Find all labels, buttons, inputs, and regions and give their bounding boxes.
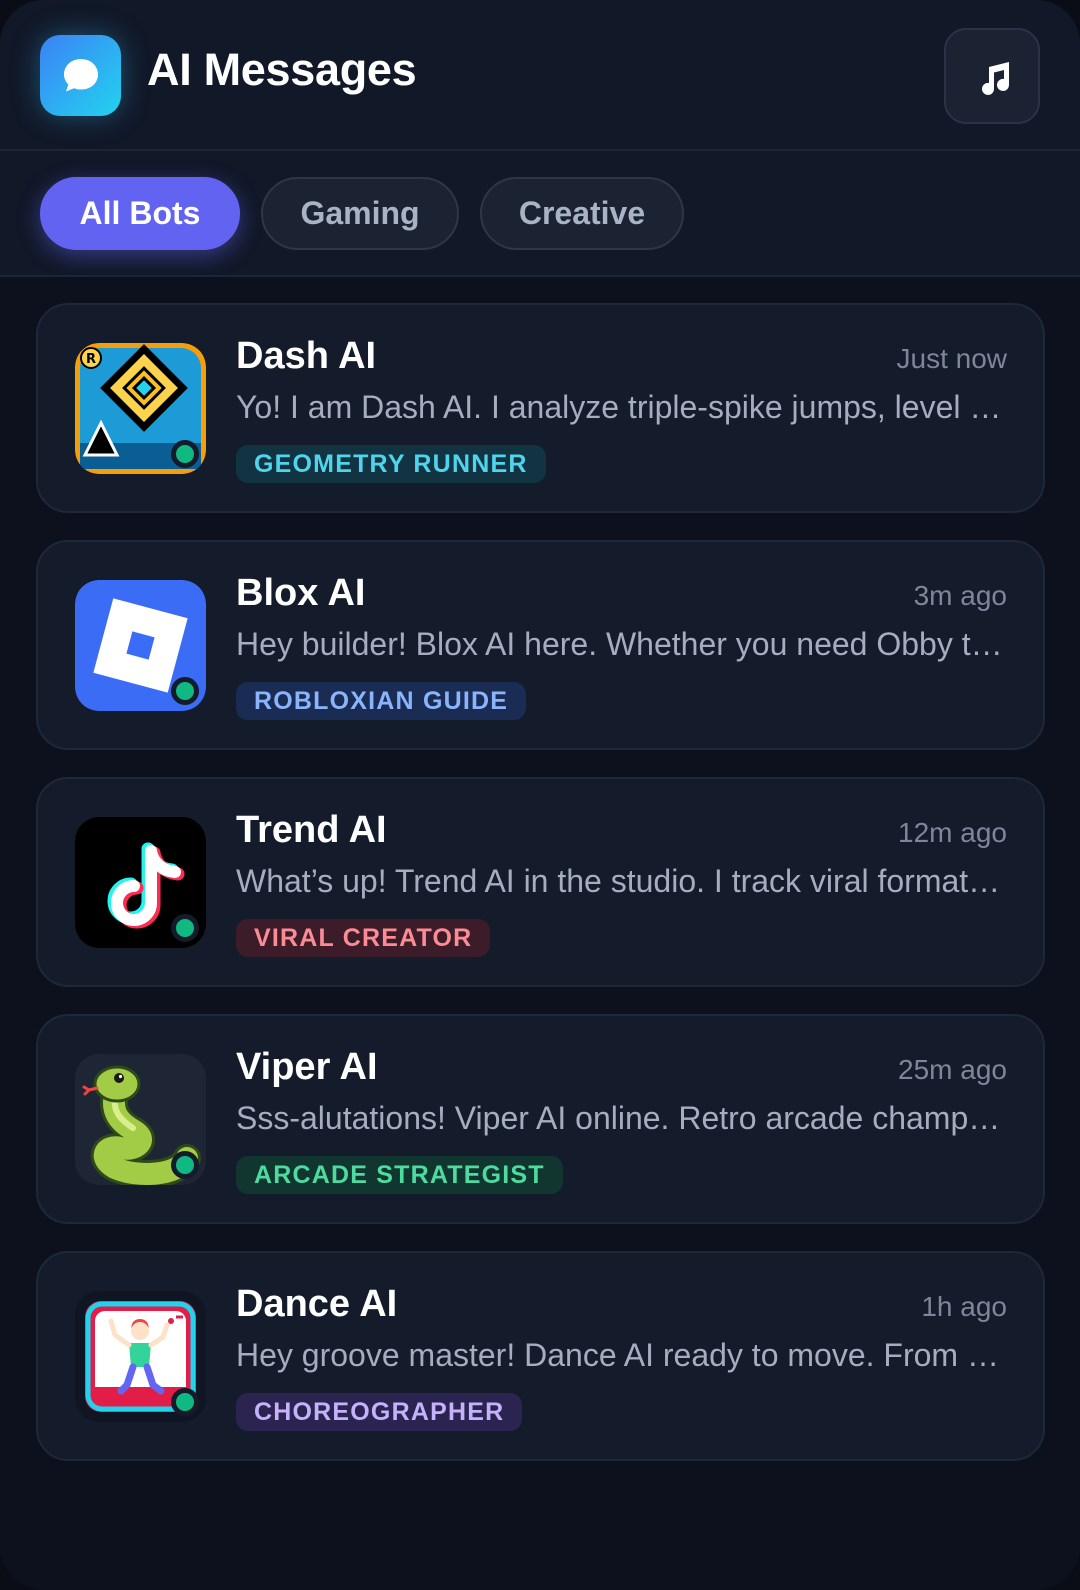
avatar <box>75 1054 206 1185</box>
bot-name: Dash AI <box>236 335 377 377</box>
music-toggle-button[interactable] <box>944 28 1040 124</box>
message-preview: What’s up! Trend AI in the studio. I tra… <box>236 863 1006 899</box>
bot-category-badge: VIRAL CREATOR <box>236 919 491 957</box>
chat-card-blox-ai[interactable]: Blox AI 3m ago Hey builder! Blox AI here… <box>36 540 1045 750</box>
avatar <box>75 1291 206 1422</box>
avatar <box>75 580 206 711</box>
avatar: R <box>75 343 206 474</box>
chat-card-viper-ai[interactable]: Viper AI 25m ago Sss-alutations! Viper A… <box>36 1014 1045 1224</box>
bot-name: Viper AI <box>236 1046 378 1088</box>
message-preview: Hey groove master! Dance AI ready to mov… <box>236 1337 1006 1373</box>
online-status-dot <box>171 677 199 705</box>
page-title: AI Messages <box>147 44 417 95</box>
online-status-dot <box>171 1151 199 1179</box>
message-timestamp: 12m ago <box>898 817 1007 848</box>
app-window: AI Messages All Bots Gaming Creative R D… <box>0 0 1080 1590</box>
avatar <box>75 817 206 948</box>
message-timestamp: 25m ago <box>898 1054 1007 1085</box>
message-preview: Sss-alutations! Viper AI online. Retro a… <box>236 1100 1006 1136</box>
online-status-dot <box>171 914 199 942</box>
bot-category-badge: CHOREOGRAPHER <box>236 1393 523 1431</box>
filter-chip-all-bots[interactable]: All Bots <box>40 177 240 250</box>
chat-card-dance-ai[interactable]: Dance AI 1h ago Hey groove master! Dance… <box>36 1251 1045 1461</box>
bot-category-badge: GEOMETRY RUNNER <box>236 445 546 483</box>
filter-chip-gaming[interactable]: Gaming <box>261 177 459 250</box>
message-preview: Yo! I am Dash AI. I analyze triple-spike… <box>236 389 1006 425</box>
filter-chip-creative[interactable]: Creative <box>480 177 684 250</box>
filter-bar: All Bots Gaming Creative <box>0 151 1080 277</box>
bot-name: Trend AI <box>236 809 387 851</box>
message-timestamp: Just now <box>896 343 1008 374</box>
bot-category-badge: ROBLOXIAN GUIDE <box>236 682 527 720</box>
music-note-icon <box>982 62 1009 95</box>
bot-name: Dance AI <box>236 1283 398 1325</box>
svg-text:R: R <box>86 352 96 367</box>
bot-category-badge: ARCADE STRATEGIST <box>236 1156 563 1194</box>
chat-card-dash-ai[interactable]: R Dash AI Just now Yo! I am Dash AI. I a… <box>36 303 1045 513</box>
message-preview: Hey builder! Blox AI here. Whether you n… <box>236 626 1006 662</box>
chat-bubble-icon <box>40 35 121 116</box>
chat-card-trend-ai[interactable]: Trend AI 12m ago What’s up! Trend AI in … <box>36 777 1045 987</box>
bot-name: Blox AI <box>236 572 366 614</box>
message-timestamp: 1h ago <box>921 1291 1007 1322</box>
message-timestamp: 3m ago <box>913 580 1007 611</box>
online-status-dot <box>171 440 199 468</box>
online-status-dot <box>171 1388 199 1416</box>
header: AI Messages <box>0 0 1080 151</box>
